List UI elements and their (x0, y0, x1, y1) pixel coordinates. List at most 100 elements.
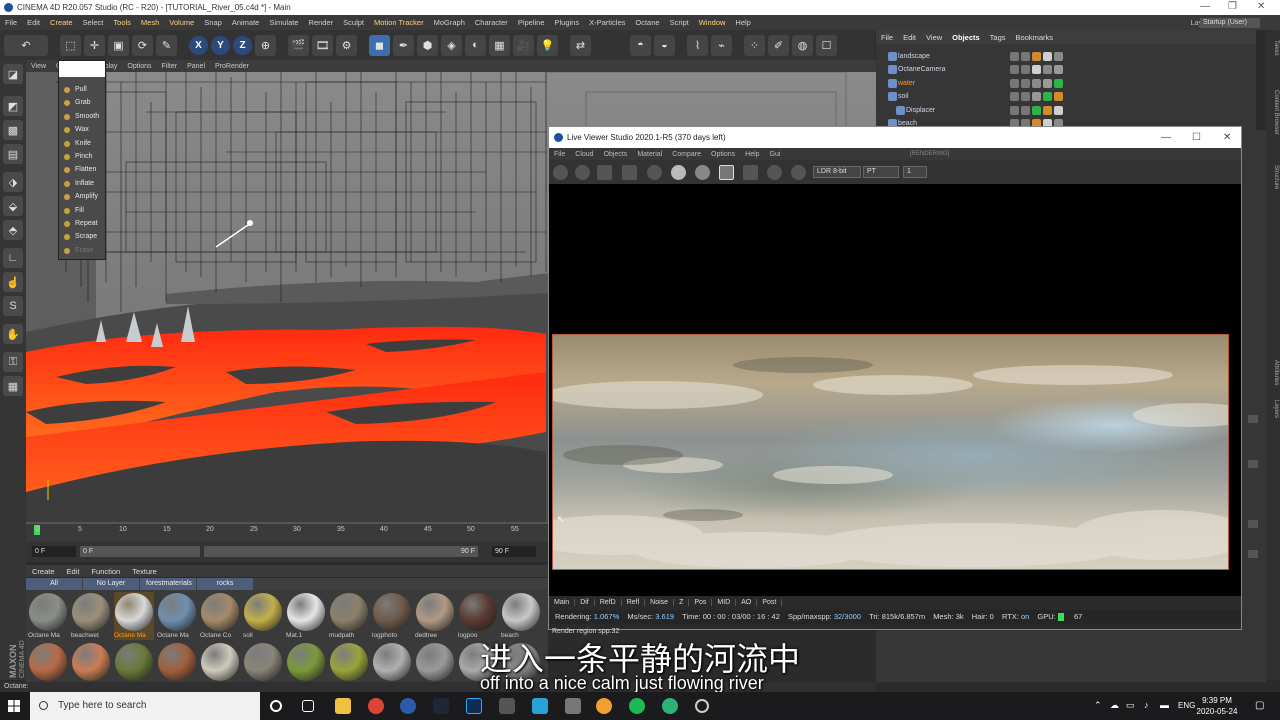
timeline[interactable]: 0 5 10 15 20 25 30 35 40 45 50 55 (26, 522, 548, 542)
tweak-icon[interactable]: ☝ (3, 272, 23, 292)
tray-chevron-icon[interactable]: ⌃ (1094, 700, 1102, 711)
lv-menu-file[interactable]: File (549, 151, 570, 158)
object-tag-icon[interactable] (1021, 65, 1030, 75)
tray-network-icon[interactable]: ▭ (1126, 700, 1135, 711)
pass-mid[interactable]: MID (712, 598, 737, 606)
recent-tool-icon[interactable]: ✎ (156, 34, 177, 56)
y-axis-icon[interactable]: Y (211, 35, 230, 55)
ldr-select[interactable]: LDR 8-bit (813, 166, 861, 178)
clay-mode-icon[interactable] (695, 165, 710, 180)
filter-rocks[interactable]: rocks (197, 578, 253, 590)
task-view-icon[interactable] (302, 700, 314, 712)
menu-select[interactable]: Select (78, 18, 109, 27)
region-render-icon[interactable] (622, 165, 637, 180)
object-tag-icon[interactable] (1032, 52, 1041, 61)
end-frame-field[interactable]: 90 F (492, 546, 536, 557)
pass-refd[interactable]: RefD (595, 598, 622, 606)
menu-render[interactable]: Render (304, 18, 339, 27)
close-icon[interactable]: ✕ (1257, 1, 1265, 12)
pick-material-icon[interactable] (791, 165, 806, 180)
lv-minimize-icon[interactable]: — (1161, 127, 1171, 148)
sculpt-grab[interactable]: Grab (59, 96, 105, 109)
settings-gear-icon[interactable] (647, 165, 662, 180)
material-swatch[interactable] (415, 642, 455, 682)
bucket-icon[interactable]: ◍ (792, 34, 813, 56)
object-tag-icon[interactable] (1021, 78, 1030, 88)
restart-render-icon[interactable] (575, 165, 590, 180)
notification-icon[interactable]: ▢ (1255, 700, 1264, 711)
scale-icon[interactable]: ▣ (108, 34, 129, 56)
paint-icon[interactable]: ✐ (768, 34, 789, 56)
tab-content-browser[interactable]: Content Browser (1267, 90, 1279, 135)
material-swatch[interactable] (200, 642, 240, 682)
lv-menu-gui[interactable]: Gui (765, 151, 786, 158)
snap-icon[interactable]: S (3, 296, 23, 316)
material-swatch[interactable]: Octane Co (200, 592, 240, 640)
z-axis-icon[interactable]: Z (233, 35, 252, 55)
filter-forestmaterials[interactable]: forestmaterials (140, 578, 196, 590)
edges-mode-icon[interactable]: ⬙ (3, 196, 23, 216)
undo-icon[interactable]: ↶ (4, 34, 48, 56)
menu-mograph[interactable]: MoGraph (429, 18, 470, 27)
lock-icon[interactable]: ⚿ (3, 352, 23, 372)
steam-icon[interactable] (433, 698, 449, 714)
scatter-icon[interactable]: ⁘ (744, 34, 765, 56)
material-swatch[interactable]: Octane Ma (28, 592, 68, 640)
lv-maximize-icon[interactable]: ☐ (1192, 127, 1201, 148)
menu-sculpt[interactable]: Sculpt (338, 18, 369, 27)
mat-menu-create[interactable]: Create (26, 567, 61, 576)
obj-menu-edit[interactable]: Edit (898, 33, 921, 42)
material-swatch[interactable]: Mat.1 (286, 592, 326, 640)
material-swatch[interactable] (71, 642, 111, 682)
count-stepper[interactable]: 1 (903, 166, 927, 178)
preview-end-field[interactable]: 90 F (458, 546, 478, 557)
object-tag-icon[interactable] (1054, 78, 1063, 88)
object-tag-icon[interactable] (1043, 65, 1052, 75)
lv-menu-compare[interactable]: Compare (667, 151, 706, 158)
render-view-icon[interactable]: 🎬 (288, 34, 309, 56)
object-tag-icon[interactable] (1021, 52, 1030, 61)
material-swatch[interactable]: logpoo (458, 592, 498, 640)
render-canvas[interactable]: Render region spp:32 ↖ (549, 184, 1241, 635)
send-scene-icon[interactable] (553, 165, 568, 180)
sculpt-fill[interactable]: Fill (59, 204, 105, 217)
pick-focus-icon[interactable] (767, 165, 782, 180)
filter-no-layer[interactable]: No Layer (83, 578, 139, 590)
sculpt-repeat[interactable]: Repeat (59, 217, 105, 230)
current-frame-field[interactable]: 0 F (80, 546, 200, 557)
polygons-mode-icon[interactable]: ⬘ (3, 220, 23, 240)
obj-menu-objects[interactable]: Objects (947, 33, 985, 42)
menu-snap[interactable]: Snap (199, 18, 227, 27)
preview-range-slider[interactable] (204, 546, 474, 557)
material-swatch[interactable] (372, 642, 412, 682)
mat-menu-texture[interactable]: Texture (126, 567, 163, 576)
object-row[interactable]: OctaneCamera (876, 63, 1256, 76)
object-tag-icon[interactable] (1010, 78, 1019, 88)
object-row[interactable]: water (876, 77, 1256, 90)
object-row[interactable]: Displacer (876, 104, 1256, 117)
sculpt-knife[interactable]: Knife (59, 137, 105, 150)
obj-menu-view[interactable]: View (921, 33, 947, 42)
maximize-icon[interactable]: ❐ (1228, 1, 1237, 12)
lv-menu-options[interactable]: Options (706, 151, 740, 158)
material-swatch[interactable] (286, 642, 326, 682)
obj-menu-tags[interactable]: Tags (985, 33, 1011, 42)
material-swatch[interactable] (114, 642, 154, 682)
tab-attributes[interactable]: Attributes (1267, 360, 1279, 385)
cortana-icon[interactable] (270, 700, 282, 712)
menu-character[interactable]: Character (470, 18, 513, 27)
object-tag-icon[interactable] (1054, 65, 1063, 75)
xpresso-icon[interactable]: ⇄ (570, 34, 591, 56)
app-icon-3[interactable] (565, 698, 581, 714)
object-tag-icon[interactable] (1010, 52, 1019, 61)
cube-icon[interactable]: ◼ (369, 34, 390, 56)
pass-refl[interactable]: Refl (622, 598, 646, 606)
taskbar-search[interactable]: Type here to search (30, 692, 260, 720)
app-icon-2[interactable] (532, 698, 548, 714)
menu-file[interactable]: File (0, 18, 22, 27)
menu-window[interactable]: Window (694, 18, 731, 27)
lv-close-icon[interactable]: ✕ (1223, 127, 1231, 148)
material-swatch[interactable] (28, 642, 68, 682)
pass-main[interactable]: Main (549, 598, 576, 606)
add-region-icon[interactable] (719, 165, 734, 180)
